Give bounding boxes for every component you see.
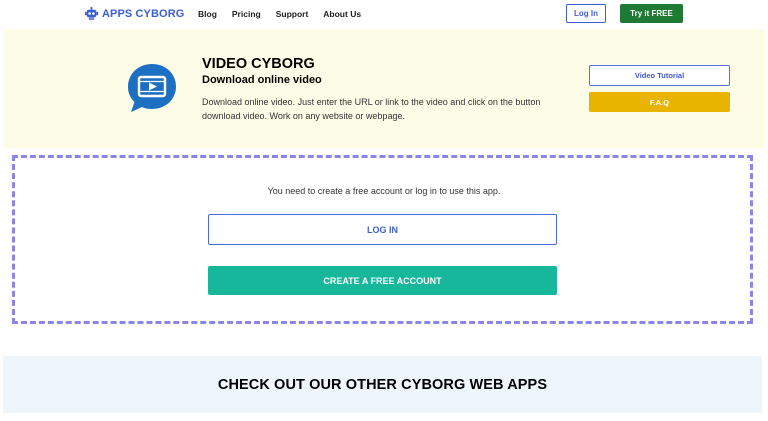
nav-link-pricing[interactable]: Pricing [232,9,261,19]
brand-logo[interactable]: APPS CYBORG [84,6,184,21]
robot-logo-icon [84,6,99,21]
brand-name: APPS CYBORG [102,7,185,20]
try-free-button[interactable]: Try it FREE [620,4,683,23]
login-required-message: You need to create a free account or log… [267,186,501,196]
faq-button[interactable]: F.A.Q [589,92,730,112]
nav-link-about-us[interactable]: About Us [323,9,361,19]
app-title: VIDEO CYBORG [202,56,315,72]
top-navbar: APPS CYBORG Blog Pricing Support About U… [0,0,768,28]
nav-links: Blog Pricing Support About Us [198,9,361,19]
other-apps-section: CHECK OUT OUR OTHER CYBORG WEB APPS [3,356,762,413]
video-tutorial-button[interactable]: Video Tutorial [589,65,730,86]
app-hero-banner [3,29,765,148]
create-account-button[interactable]: CREATE A FREE ACCOUNT [208,266,557,295]
app-subtitle: Download online video [202,74,322,86]
other-apps-heading: CHECK OUT OUR OTHER CYBORG WEB APPS [217,376,548,393]
nav-link-support[interactable]: Support [276,9,309,19]
app-description: Download online video. Just enter the UR… [202,97,541,121]
video-chat-bubble-icon [128,64,176,112]
login-button[interactable]: LOG IN [208,214,557,245]
nav-login-button[interactable]: Log In [566,4,606,23]
nav-link-blog[interactable]: Blog [198,9,217,19]
